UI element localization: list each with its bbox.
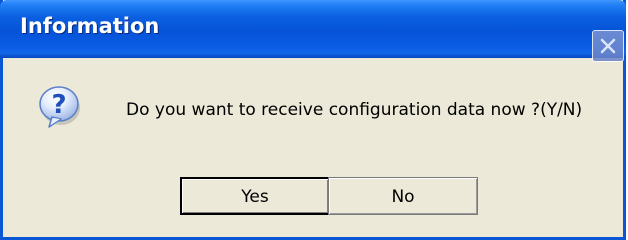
question-icon: ? xyxy=(35,82,83,130)
close-icon xyxy=(600,38,616,54)
yes-button[interactable]: Yes xyxy=(180,177,330,215)
dialog-body: ? Do you want to receive configuration d… xyxy=(3,58,623,237)
no-button[interactable]: No xyxy=(328,177,478,215)
dialog-title: Information xyxy=(20,14,160,38)
dialog-message: Do you want to receive configuration dat… xyxy=(126,100,583,120)
svg-text:?: ? xyxy=(51,90,66,120)
title-bar[interactable]: Information xyxy=(0,0,626,62)
information-dialog: Information ? Do you want to receive con… xyxy=(0,0,626,240)
